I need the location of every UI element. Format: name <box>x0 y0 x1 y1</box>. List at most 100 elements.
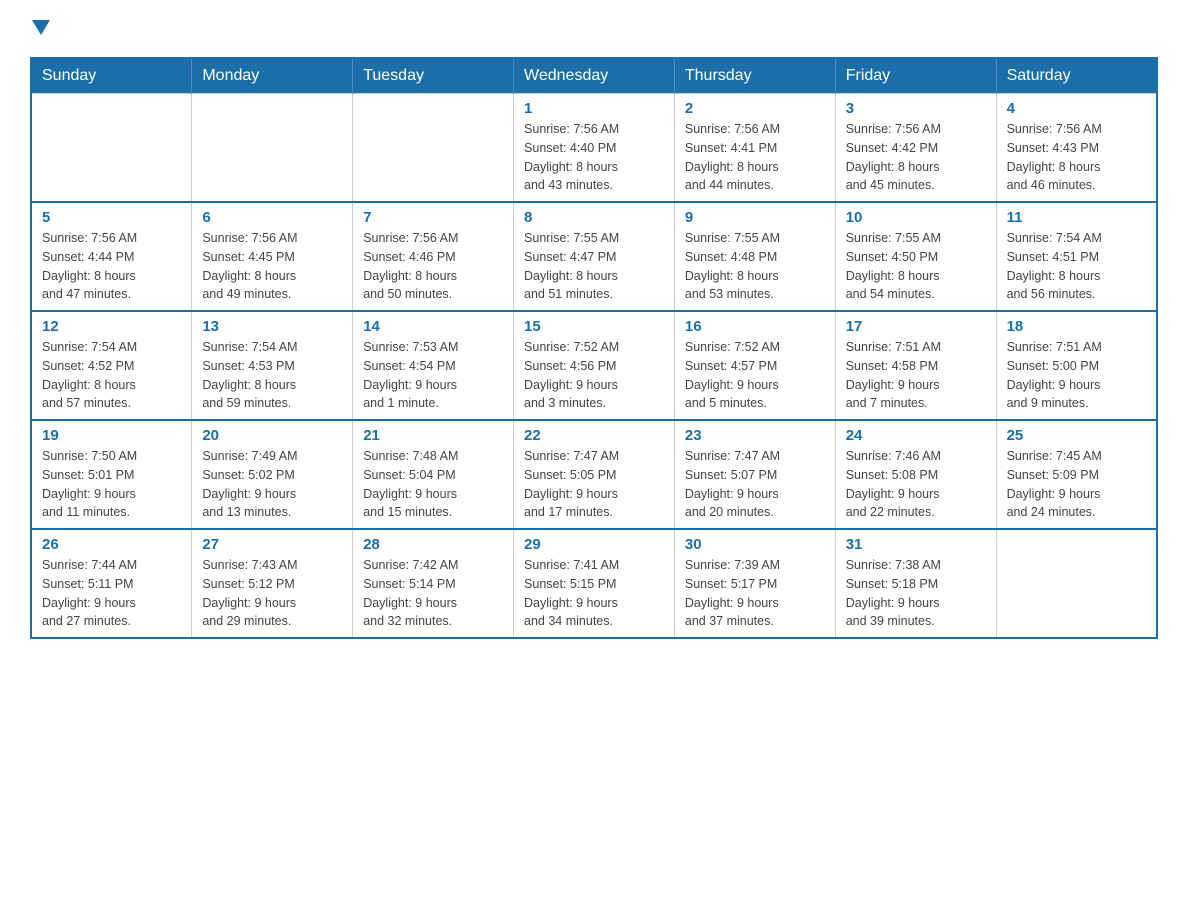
calendar-cell: 27 Sunrise: 7:43 AM Sunset: 5:12 PM Dayli… <box>192 529 353 638</box>
calendar-header-row: SundayMondayTuesdayWednesdayThursdayFrid… <box>31 58 1157 94</box>
calendar-week-row: 1Sunrise: 7:56 AM Sunset: 4:40 PM Daylig… <box>31 94 1157 203</box>
calendar-cell <box>192 94 353 203</box>
calendar-cell: 20 Sunrise: 7:49 AM Sunset: 5:02 PM Dayli… <box>192 420 353 529</box>
calendar-cell: 3 Sunrise: 7:56 AM Sunset: 4:42 PM Daylig… <box>835 94 996 203</box>
calendar-cell: 29 Sunrise: 7:41 AM Sunset: 5:15 PM Dayli… <box>514 529 675 638</box>
calendar-cell: 8 Sunrise: 7:55 AM Sunset: 4:47 PM Daylig… <box>514 202 675 311</box>
day-number: 26 <box>42 536 181 553</box>
day-number: 20 <box>202 427 342 444</box>
day-number: 12 <box>42 318 181 335</box>
calendar-cell <box>31 94 192 203</box>
calendar-cell: 10 Sunrise: 7:55 AM Sunset: 4:50 PM Dayli… <box>835 202 996 311</box>
day-info: Sunrise: 7:45 AM Sunset: 5:09 PM Dayligh… <box>1007 447 1146 522</box>
day-number: 2 <box>685 100 825 117</box>
day-info: Sunrise: 7:38 AM Sunset: 5:18 PM Dayligh… <box>846 556 986 631</box>
day-info: Sunrise: 7:49 AM Sunset: 5:02 PM Dayligh… <box>202 447 342 522</box>
calendar-header-saturday: Saturday <box>996 58 1157 94</box>
day-number: 13 <box>202 318 342 335</box>
day-info: Sunrise: 7:44 AM Sunset: 5:11 PM Dayligh… <box>42 556 181 631</box>
calendar-cell: 23 Sunrise: 7:47 AM Sunset: 5:07 PM Dayli… <box>674 420 835 529</box>
day-number: 18 <box>1007 318 1146 335</box>
calendar-header-sunday: Sunday <box>31 58 192 94</box>
calendar-cell: 14 Sunrise: 7:53 AM Sunset: 4:54 PM Dayli… <box>353 311 514 420</box>
day-info: Sunrise: 7:55 AM Sunset: 4:48 PM Dayligh… <box>685 229 825 304</box>
calendar-cell: 15 Sunrise: 7:52 AM Sunset: 4:56 PM Dayli… <box>514 311 675 420</box>
day-info: Sunrise: 7:39 AM Sunset: 5:17 PM Dayligh… <box>685 556 825 631</box>
day-info: Sunrise: 7:48 AM Sunset: 5:04 PM Dayligh… <box>363 447 503 522</box>
day-number: 29 <box>524 536 664 553</box>
calendar-week-row: 12 Sunrise: 7:54 AM Sunset: 4:52 PM Dayli… <box>31 311 1157 420</box>
calendar-cell: 7 Sunrise: 7:56 AM Sunset: 4:46 PM Daylig… <box>353 202 514 311</box>
calendar-header-thursday: Thursday <box>674 58 835 94</box>
calendar-cell: 21Sunrise: 7:48 AM Sunset: 5:04 PM Dayli… <box>353 420 514 529</box>
day-info: Sunrise: 7:56 AM Sunset: 4:40 PM Dayligh… <box>524 120 664 195</box>
calendar-cell: 30Sunrise: 7:39 AM Sunset: 5:17 PM Dayli… <box>674 529 835 638</box>
calendar-cell: 1Sunrise: 7:56 AM Sunset: 4:40 PM Daylig… <box>514 94 675 203</box>
day-info: Sunrise: 7:51 AM Sunset: 5:00 PM Dayligh… <box>1007 338 1146 413</box>
day-number: 3 <box>846 100 986 117</box>
day-info: Sunrise: 7:56 AM Sunset: 4:46 PM Dayligh… <box>363 229 503 304</box>
calendar-cell: 5 Sunrise: 7:56 AM Sunset: 4:44 PM Daylig… <box>31 202 192 311</box>
day-info: Sunrise: 7:50 AM Sunset: 5:01 PM Dayligh… <box>42 447 181 522</box>
calendar-week-row: 19 Sunrise: 7:50 AM Sunset: 5:01 PM Dayli… <box>31 420 1157 529</box>
logo <box>30 20 52 37</box>
day-number: 10 <box>846 209 986 226</box>
day-info: Sunrise: 7:43 AM Sunset: 5:12 PM Dayligh… <box>202 556 342 631</box>
day-info: Sunrise: 7:55 AM Sunset: 4:47 PM Dayligh… <box>524 229 664 304</box>
day-info: Sunrise: 7:56 AM Sunset: 4:42 PM Dayligh… <box>846 120 986 195</box>
day-number: 5 <box>42 209 181 226</box>
calendar-header-friday: Friday <box>835 58 996 94</box>
day-info: Sunrise: 7:54 AM Sunset: 4:52 PM Dayligh… <box>42 338 181 413</box>
calendar-cell: 11Sunrise: 7:54 AM Sunset: 4:51 PM Dayli… <box>996 202 1157 311</box>
day-info: Sunrise: 7:56 AM Sunset: 4:43 PM Dayligh… <box>1007 120 1146 195</box>
day-info: Sunrise: 7:52 AM Sunset: 4:56 PM Dayligh… <box>524 338 664 413</box>
calendar-cell: 16 Sunrise: 7:52 AM Sunset: 4:57 PM Dayli… <box>674 311 835 420</box>
day-number: 22 <box>524 427 664 444</box>
day-info: Sunrise: 7:47 AM Sunset: 5:07 PM Dayligh… <box>685 447 825 522</box>
day-number: 31 <box>846 536 986 553</box>
day-number: 23 <box>685 427 825 444</box>
calendar-cell: 18 Sunrise: 7:51 AM Sunset: 5:00 PM Dayli… <box>996 311 1157 420</box>
calendar-cell: 24 Sunrise: 7:46 AM Sunset: 5:08 PM Dayli… <box>835 420 996 529</box>
calendar-cell: 6Sunrise: 7:56 AM Sunset: 4:45 PM Daylig… <box>192 202 353 311</box>
day-number: 7 <box>363 209 503 226</box>
day-info: Sunrise: 7:41 AM Sunset: 5:15 PM Dayligh… <box>524 556 664 631</box>
day-number: 14 <box>363 318 503 335</box>
day-number: 27 <box>202 536 342 553</box>
calendar-cell: 31 Sunrise: 7:38 AM Sunset: 5:18 PM Dayli… <box>835 529 996 638</box>
calendar-cell: 13 Sunrise: 7:54 AM Sunset: 4:53 PM Dayli… <box>192 311 353 420</box>
logo-triangle-icon <box>32 20 50 35</box>
calendar-cell: 17Sunrise: 7:51 AM Sunset: 4:58 PM Dayli… <box>835 311 996 420</box>
calendar-cell: 28 Sunrise: 7:42 AM Sunset: 5:14 PM Dayli… <box>353 529 514 638</box>
calendar-cell: 22 Sunrise: 7:47 AM Sunset: 5:05 PM Dayli… <box>514 420 675 529</box>
calendar-cell <box>996 529 1157 638</box>
calendar-cell <box>353 94 514 203</box>
day-info: Sunrise: 7:47 AM Sunset: 5:05 PM Dayligh… <box>524 447 664 522</box>
day-number: 28 <box>363 536 503 553</box>
day-number: 9 <box>685 209 825 226</box>
day-number: 4 <box>1007 100 1146 117</box>
day-number: 11 <box>1007 209 1146 226</box>
calendar-cell: 25Sunrise: 7:45 AM Sunset: 5:09 PM Dayli… <box>996 420 1157 529</box>
calendar-cell: 9 Sunrise: 7:55 AM Sunset: 4:48 PM Daylig… <box>674 202 835 311</box>
day-number: 16 <box>685 318 825 335</box>
day-number: 19 <box>42 427 181 444</box>
day-info: Sunrise: 7:56 AM Sunset: 4:44 PM Dayligh… <box>42 229 181 304</box>
day-info: Sunrise: 7:52 AM Sunset: 4:57 PM Dayligh… <box>685 338 825 413</box>
day-info: Sunrise: 7:53 AM Sunset: 4:54 PM Dayligh… <box>363 338 503 413</box>
header <box>30 20 1158 37</box>
day-number: 24 <box>846 427 986 444</box>
calendar-cell: 2Sunrise: 7:56 AM Sunset: 4:41 PM Daylig… <box>674 94 835 203</box>
day-number: 6 <box>202 209 342 226</box>
day-number: 8 <box>524 209 664 226</box>
day-info: Sunrise: 7:55 AM Sunset: 4:50 PM Dayligh… <box>846 229 986 304</box>
day-info: Sunrise: 7:46 AM Sunset: 5:08 PM Dayligh… <box>846 447 986 522</box>
day-info: Sunrise: 7:51 AM Sunset: 4:58 PM Dayligh… <box>846 338 986 413</box>
day-info: Sunrise: 7:42 AM Sunset: 5:14 PM Dayligh… <box>363 556 503 631</box>
calendar-table: SundayMondayTuesdayWednesdayThursdayFrid… <box>30 57 1158 639</box>
calendar-header-wednesday: Wednesday <box>514 58 675 94</box>
calendar-week-row: 26 Sunrise: 7:44 AM Sunset: 5:11 PM Dayli… <box>31 529 1157 638</box>
calendar-cell: 19 Sunrise: 7:50 AM Sunset: 5:01 PM Dayli… <box>31 420 192 529</box>
day-info: Sunrise: 7:54 AM Sunset: 4:53 PM Dayligh… <box>202 338 342 413</box>
day-number: 15 <box>524 318 664 335</box>
